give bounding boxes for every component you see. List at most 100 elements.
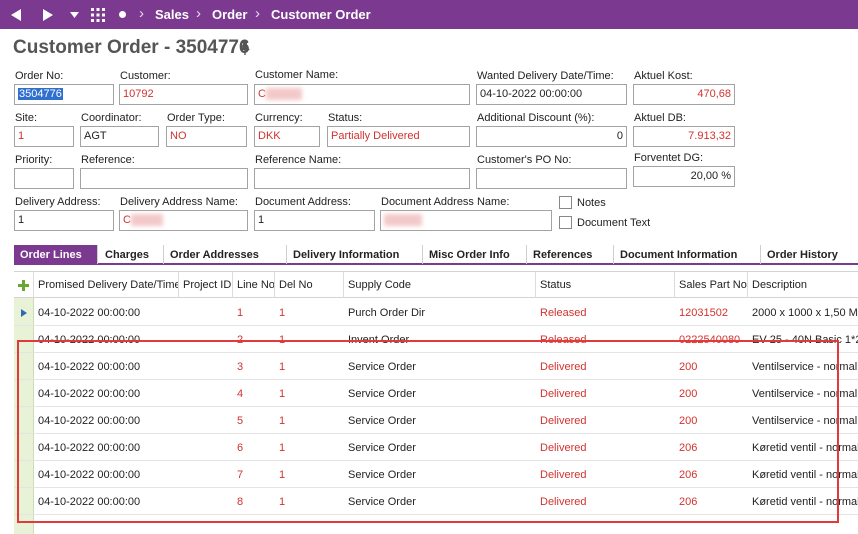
cell-project-id — [179, 434, 233, 461]
cell-supply-code: Service Order — [348, 387, 416, 400]
table-row[interactable]: 04-10-2022 00:00:00 1 1 Purch Order Dir Rele… — [14, 299, 858, 326]
cell-sales-part-no: 12031502 — [679, 306, 728, 319]
breadcrumb-separator-icon: › — [255, 5, 260, 22]
cell-status: Delivered — [540, 441, 587, 454]
cell-line-no: 7 — [237, 468, 244, 481]
customer-name-field[interactable]: C — [254, 84, 470, 105]
table-row[interactable]: 04-10-2022 00:00:00 7 1 Service Order Delive… — [14, 461, 858, 488]
cell-supply-code: Invent Order — [348, 333, 410, 346]
cell-sales-part-no: 0222540080 — [679, 333, 741, 346]
col-status[interactable]: Status — [536, 272, 675, 298]
col-description[interactable]: Description — [748, 272, 858, 298]
tab-document-information[interactable]: Document Information — [614, 245, 761, 264]
col-supply-code[interactable]: Supply Code — [344, 272, 536, 298]
notes-checkbox[interactable] — [559, 196, 572, 209]
cell-line-no: 3 — [237, 360, 244, 373]
cell-line-no: 8 — [237, 495, 244, 508]
breadcrumb-separator-icon: › — [139, 5, 144, 22]
reference-label: Reference: — [81, 154, 135, 166]
cell-supply-code: Purch Order Dir — [348, 306, 426, 319]
aktuel-kost-label: Aktuel Kost: — [634, 70, 693, 82]
grid-header: Promised Delivery Date/Time Project ID L… — [14, 272, 858, 298]
delivery-address-field[interactable]: 1 — [14, 210, 114, 231]
cell-del-no: 1 — [279, 414, 286, 427]
cell-status: Released — [540, 333, 587, 346]
tab-references[interactable]: References — [527, 245, 614, 264]
delivery-address-label: Delivery Address: — [15, 196, 101, 208]
tab-order-history[interactable]: Order History — [761, 245, 858, 264]
table-row[interactable]: 04-10-2022 00:00:00 6 1 Service Order Delive… — [14, 434, 858, 461]
document-address-field[interactable]: 1 — [254, 210, 375, 231]
tab-bar: Order Lines Charges Order Addresses Deli… — [14, 245, 858, 265]
table-row[interactable]: 04-10-2022 00:00:00 4 1 Service Order Delive… — [14, 380, 858, 407]
add-row-icon[interactable] — [14, 272, 34, 298]
cell-status: Delivered — [540, 387, 587, 400]
breadcrumb-customer-order: Customer Order — [271, 7, 371, 22]
site-field[interactable]: 1 — [14, 126, 74, 147]
tab-charges[interactable]: Charges — [99, 245, 164, 264]
status-field[interactable]: Partially Delivered — [327, 126, 470, 147]
forventet-dg-field[interactable]: 20,00 % — [633, 166, 735, 187]
cell-del-no: 1 — [279, 495, 286, 508]
document-address-name-label: Document Address Name: — [381, 196, 510, 208]
customer-name-value: C — [258, 88, 266, 100]
cell-sales-part-no: 200 — [679, 414, 698, 427]
customer-po-label: Customer's PO No: — [477, 154, 572, 166]
priority-field[interactable] — [14, 168, 74, 189]
coordinator-field[interactable]: AGT — [80, 126, 159, 147]
table-row[interactable]: 04-10-2022 00:00:00 2 1 Invent Order Release… — [14, 326, 858, 353]
cell-description: Køretid ventil - normal — [752, 441, 858, 454]
col-project-id[interactable]: Project ID — [179, 272, 233, 298]
status-label: Status: — [328, 112, 363, 124]
tab-misc-order-info[interactable]: Misc Order Info — [423, 245, 527, 264]
table-row[interactable]: 04-10-2022 00:00:00 5 1 Service Order Delive… — [14, 407, 858, 434]
cell-status: Delivered — [540, 495, 587, 508]
forward-arrow-icon[interactable] — [40, 0, 56, 29]
wanted-delivery-field[interactable]: 04-10-2022 00:00:00 — [476, 84, 627, 105]
aktuel-db-field[interactable]: 7.913,32 — [633, 126, 735, 147]
reference-field[interactable] — [80, 168, 248, 189]
customer-field[interactable]: 10792 — [119, 84, 248, 105]
tab-order-addresses[interactable]: Order Addresses — [164, 245, 287, 264]
document-address-name-field[interactable] — [380, 210, 552, 231]
aktuel-kost-field[interactable]: 470,68 — [633, 84, 735, 105]
order-type-field[interactable]: NO — [166, 126, 247, 147]
currency-field[interactable]: DKK — [254, 126, 320, 147]
col-del-no[interactable]: Del No — [275, 272, 344, 298]
cell-promised-delivery: 04-10-2022 00:00:00 — [38, 333, 141, 346]
customer-po-field[interactable] — [476, 168, 627, 189]
reference-name-field[interactable] — [254, 168, 470, 189]
order-no-label: Order No: — [15, 70, 64, 82]
tab-order-lines[interactable]: Order Lines — [14, 245, 98, 264]
redacted-text — [384, 214, 422, 227]
breadcrumb-order[interactable]: Order — [212, 7, 247, 22]
col-line-no[interactable]: Line No — [233, 272, 275, 298]
order-no-field[interactable]: 3504776 — [14, 84, 114, 105]
additional-discount-field[interactable]: 0 — [476, 126, 627, 147]
cell-description: Ventilservice - normal — [752, 414, 858, 427]
back-arrow-icon[interactable] — [8, 0, 24, 29]
wanted-delivery-label: Wanted Delivery Date/Time: — [477, 70, 614, 82]
chevron-down-icon[interactable] — [68, 0, 80, 29]
cell-project-id — [179, 299, 233, 326]
cell-status: Delivered — [540, 360, 587, 373]
cell-sales-part-no: 206 — [679, 468, 698, 481]
delivery-address-name-field[interactable]: C — [119, 210, 248, 231]
cell-promised-delivery: 04-10-2022 00:00:00 — [38, 360, 141, 373]
col-sales-part-no[interactable]: Sales Part No — [675, 272, 748, 298]
pin-icon[interactable] — [238, 40, 252, 56]
breadcrumb-separator-icon: › — [196, 5, 201, 22]
breadcrumb-sales[interactable]: Sales — [155, 7, 189, 22]
order-no-value: 3504776 — [18, 88, 63, 100]
redacted-text — [265, 88, 302, 101]
top-navigation-bar: › Sales › Order › Customer Order — [0, 0, 858, 29]
order-type-label: Order Type: — [167, 112, 225, 124]
col-promised-delivery[interactable]: Promised Delivery Date/Time — [34, 272, 179, 298]
cell-supply-code: Service Order — [348, 441, 416, 454]
tab-delivery-information[interactable]: Delivery Information — [287, 245, 423, 264]
app-grid-icon[interactable] — [89, 0, 107, 29]
cell-project-id — [179, 353, 233, 380]
document-text-checkbox[interactable] — [559, 216, 572, 229]
table-row[interactable]: 04-10-2022 00:00:00 3 1 Service Order Delive… — [14, 353, 858, 380]
table-row[interactable]: 04-10-2022 00:00:00 8 1 Service Order Delive… — [14, 488, 858, 515]
